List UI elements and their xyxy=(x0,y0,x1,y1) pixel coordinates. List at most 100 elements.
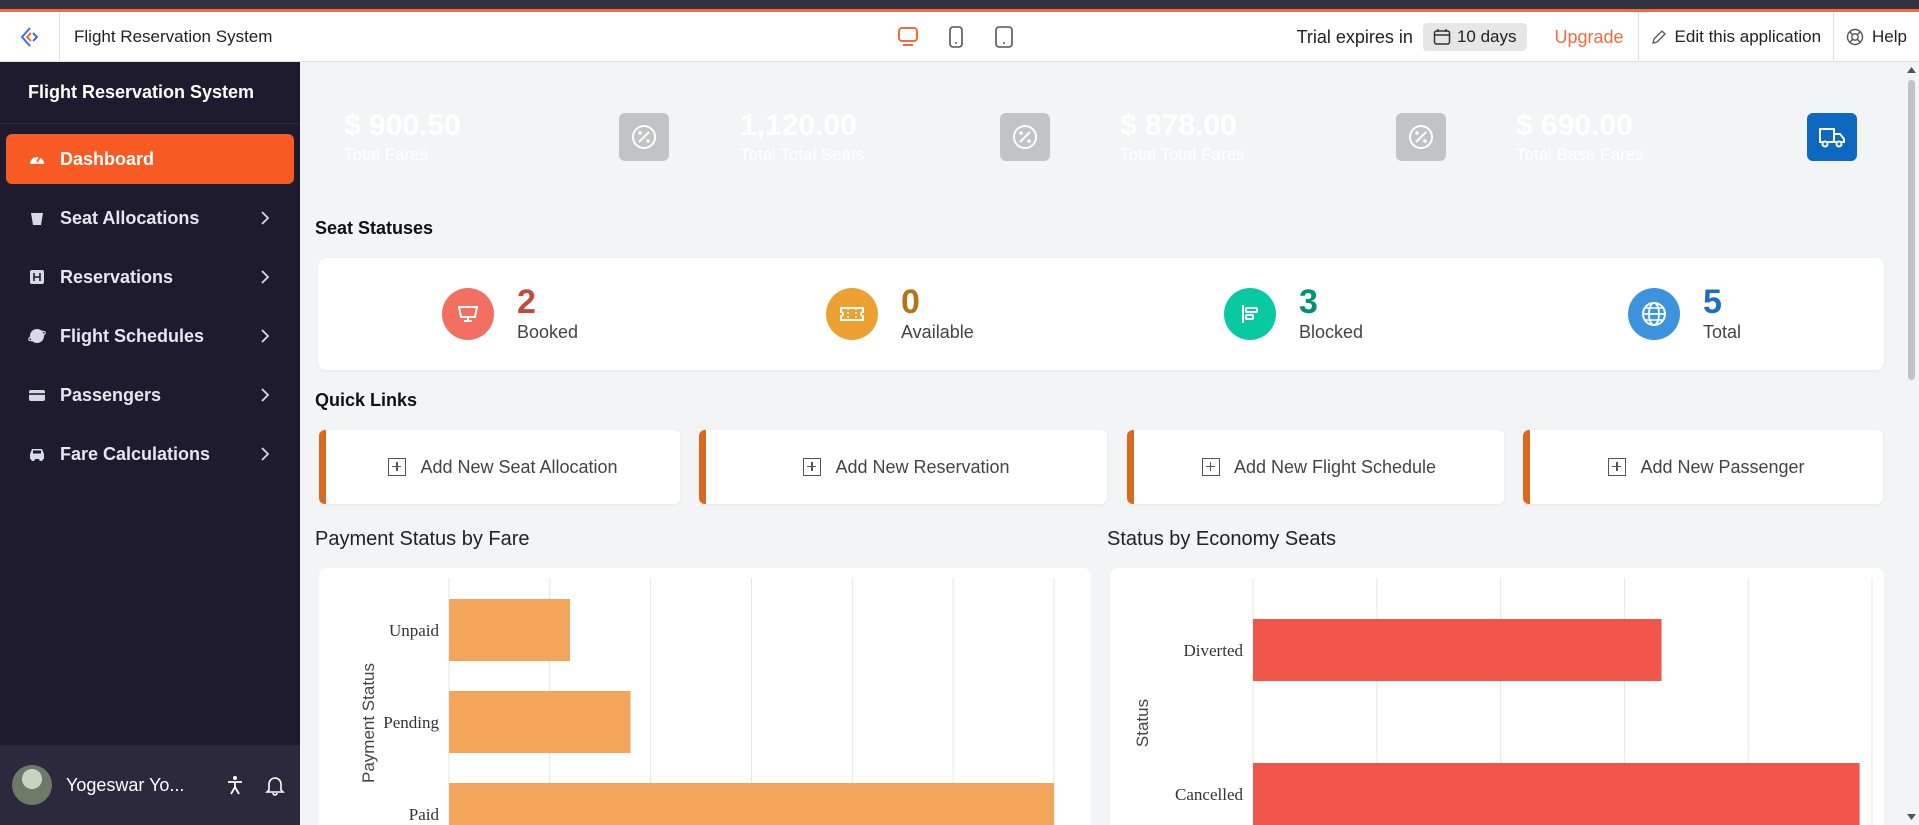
accessibility-icon[interactable] xyxy=(224,774,246,796)
h-icon xyxy=(26,268,48,286)
quick-link-add-reservation[interactable]: Add New Reservation xyxy=(699,430,1107,504)
quick-links-title: Quick Links xyxy=(315,390,418,410)
status-label: Blocked xyxy=(1299,322,1364,342)
plus-square-icon xyxy=(1201,458,1220,476)
help-label: Help xyxy=(1872,27,1907,46)
category-tick-label: Pending xyxy=(383,713,439,732)
user-panel: Yogeswar Yo... xyxy=(0,745,300,825)
top-bar: Flight Reservation System Trial expires … xyxy=(0,11,1919,62)
status-value: 5 xyxy=(1703,283,1722,321)
status-available: 0 Available xyxy=(826,284,974,343)
user-name[interactable]: Yogeswar Yo... xyxy=(66,775,206,796)
lifebuoy-icon xyxy=(1846,28,1864,46)
avatar[interactable] xyxy=(12,765,52,805)
percent-badge-icon xyxy=(619,113,669,161)
payment-status-chart: Unpaid Pending Paid Payment Status xyxy=(319,568,1091,825)
payment-status-chart-svg: Unpaid Pending Paid Payment Status xyxy=(359,578,1055,825)
quick-link-add-seat-allocation[interactable]: Add New Seat Allocation xyxy=(319,430,680,504)
y-axis-label: Status xyxy=(1133,699,1152,747)
edit-application-button[interactable]: Edit this application xyxy=(1639,27,1833,47)
trial-days: 10 days xyxy=(1456,27,1517,46)
sidebar-item-label: Seat Allocations xyxy=(60,207,200,228)
sidebar-item-flight-schedules[interactable]: Flight Schedules xyxy=(6,311,294,361)
quick-link-add-passenger[interactable]: Add New Passenger xyxy=(1523,430,1883,504)
sidebar-item-label: Fare Calculations xyxy=(60,443,211,464)
stat-card-total-fares: $ 900.50 Total Fares xyxy=(319,78,695,196)
tablet-view-icon[interactable] xyxy=(991,24,1017,50)
status-blocked: 3 Blocked xyxy=(1224,284,1363,343)
app-title: Flight Reservation System xyxy=(74,26,273,46)
card-icon xyxy=(26,386,48,404)
economy-seats-chart-svg: Diverted Cancelled Status xyxy=(1133,578,1873,825)
category-tick-label: Cancelled xyxy=(1175,785,1243,804)
quick-link-add-flight-schedule[interactable]: Add New Flight Schedule xyxy=(1127,430,1504,504)
quick-link-label: Add New Passenger xyxy=(1640,456,1805,477)
cart-icon xyxy=(442,287,494,340)
chevron-right-icon xyxy=(261,270,270,284)
sidebar-item-reservations[interactable]: Reservations xyxy=(6,252,294,302)
bell-icon[interactable] xyxy=(264,774,286,796)
category-tick-label: Unpaid xyxy=(389,621,440,640)
chart-title-economy: Status by Economy Seats xyxy=(1107,528,1337,550)
edit-label: Edit this application xyxy=(1674,27,1822,46)
bar-paid[interactable] xyxy=(449,783,1054,825)
percent-badge-icon xyxy=(1000,113,1050,161)
bar-unpaid[interactable] xyxy=(449,599,570,661)
sidebar-item-seat-allocations[interactable]: Seat Allocations xyxy=(6,193,294,243)
stat-card-total-seats: 1,120.00 Total Total Seats xyxy=(715,78,1076,196)
sidebar-item-dashboard[interactable]: Dashboard xyxy=(6,134,294,184)
status-label: Available xyxy=(901,322,974,342)
app-logo-icon[interactable] xyxy=(0,11,60,62)
sidebar-item-label: Dashboard xyxy=(60,148,155,169)
status-booked: 2 Booked xyxy=(442,284,578,343)
quick-link-label: Add New Flight Schedule xyxy=(1233,456,1437,477)
car-icon xyxy=(26,445,48,463)
quick-link-label: Add New Seat Allocation xyxy=(420,456,618,477)
bar-cancelled[interactable] xyxy=(1253,763,1860,825)
pencil-icon xyxy=(1651,30,1666,44)
sidebar-item-fare-calculations[interactable]: Fare Calculations xyxy=(6,429,294,479)
y-axis-label: Payment Status xyxy=(359,663,378,783)
category-tick-label: Diverted xyxy=(1184,641,1244,660)
trial-days-badge: 10 days xyxy=(1422,23,1527,51)
status-value: 3 xyxy=(1299,283,1318,321)
ticket-icon xyxy=(826,287,878,340)
top-stripe xyxy=(0,0,1919,12)
help-button[interactable]: Help xyxy=(1834,27,1919,47)
calendar-icon xyxy=(1433,29,1451,45)
chevron-right-icon xyxy=(261,447,270,461)
align-icon xyxy=(1224,287,1276,340)
dashboard-icon xyxy=(26,150,48,168)
status-value: 0 xyxy=(901,283,920,321)
bar-diverted[interactable] xyxy=(1253,619,1662,681)
sidebar-item-passengers[interactable]: Passengers xyxy=(6,370,294,420)
seat-statuses-panel: 2 Booked 0 Available 3 Blocked 5 Total xyxy=(318,258,1884,370)
status-label: Booked xyxy=(517,322,579,342)
stat-card-total-total-fares: $ 878.00 Total Total Fares xyxy=(1095,78,1472,196)
sidebar-title: Flight Reservation System xyxy=(0,62,300,124)
percent-badge-icon xyxy=(1396,113,1446,161)
chevron-right-icon xyxy=(261,329,270,343)
category-tick-label: Paid xyxy=(409,805,440,824)
globe-icon xyxy=(26,327,48,345)
sidebar: Flight Reservation System Dashboard Seat… xyxy=(0,62,300,825)
status-value: 2 xyxy=(517,283,536,321)
page-scrollbar[interactable] xyxy=(1904,62,1919,825)
scrollbar-thumb[interactable] xyxy=(1908,80,1915,380)
sidebar-item-label: Flight Schedules xyxy=(60,325,205,346)
desktop-view-icon[interactable] xyxy=(895,24,921,50)
scroll-down-icon[interactable] xyxy=(1907,813,1916,821)
device-preview-switcher xyxy=(895,24,1017,50)
bucket-icon xyxy=(26,209,48,227)
plus-square-icon xyxy=(803,458,822,476)
bar-pending[interactable] xyxy=(449,691,631,753)
mobile-view-icon[interactable] xyxy=(943,24,969,50)
upgrade-link[interactable]: Upgrade xyxy=(1555,27,1624,48)
plus-square-icon xyxy=(1608,458,1627,476)
seat-statuses-title: Seat Statuses xyxy=(315,218,434,238)
trial-label: Trial expires in xyxy=(1296,26,1413,47)
sidebar-item-label: Reservations xyxy=(60,266,174,287)
main-content: $ 900.50 Total Fares 1,120.00 Total Tota… xyxy=(300,62,1900,825)
scroll-up-icon[interactable] xyxy=(1907,66,1916,74)
status-total: 5 Total xyxy=(1628,284,1741,343)
